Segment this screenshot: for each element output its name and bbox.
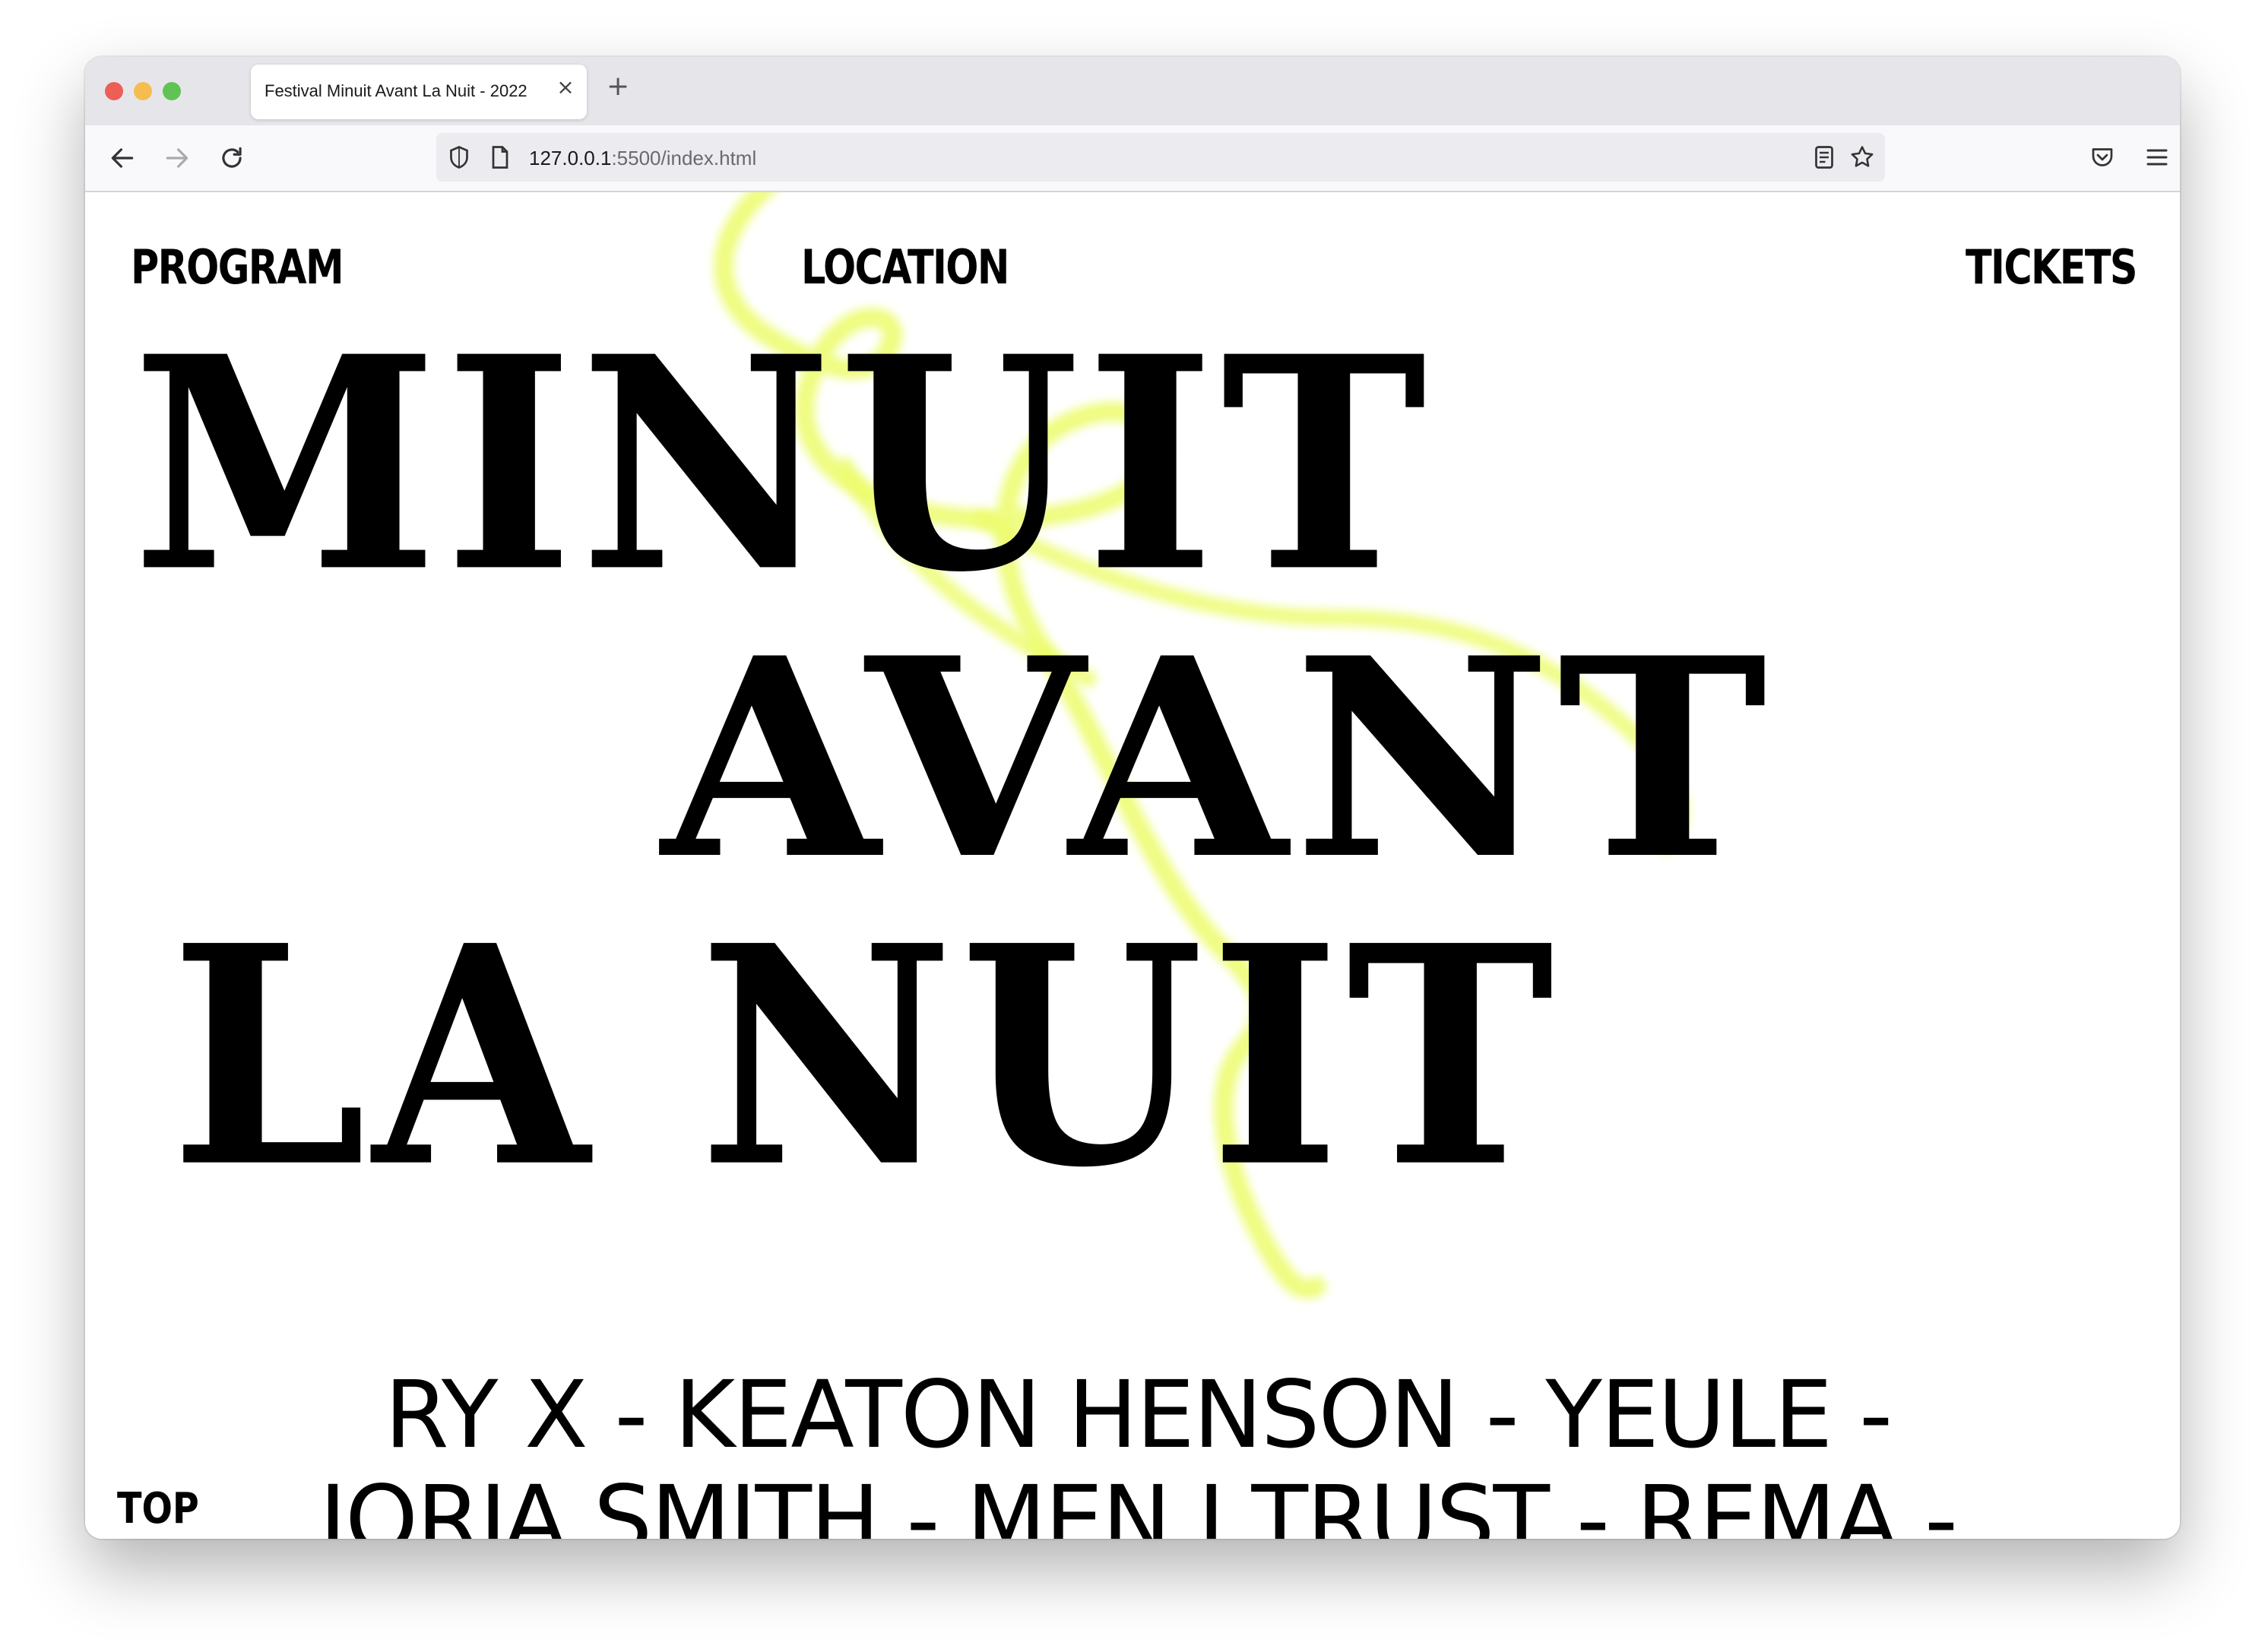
hero-title-la-nuit: LA NUIT: [170, 879, 1560, 1234]
nav-location-link[interactable]: LOCATION: [801, 239, 1009, 295]
scroll-top-link[interactable]: TOP: [117, 1484, 199, 1533]
close-icon[interactable]: ×: [555, 77, 576, 98]
browser-toolbar: 127.0.0.1:5500/index.html: [85, 125, 2180, 192]
menu-icon[interactable]: [2143, 144, 2171, 171]
browser-window: Festival Minuit Avant La Nuit - 2022 × +…: [85, 57, 2180, 1539]
title-bar: Festival Minuit Avant La Nuit - 2022 × +: [85, 57, 2180, 125]
hero-title-minuit: MINUIT: [132, 292, 1433, 637]
maximize-window-button[interactable]: [163, 82, 181, 100]
close-window-button[interactable]: [105, 82, 123, 100]
reader-view-icon[interactable]: [1810, 144, 1838, 171]
lineup-text: RY X - KEATON HENSON - YEULE - JORJA SMI…: [318, 1361, 1958, 1539]
tab-title: Festival Minuit Avant La Nuit - 2022: [265, 81, 527, 100]
new-tab-button[interactable]: +: [607, 71, 629, 102]
back-icon[interactable]: [108, 144, 137, 172]
forward-icon[interactable]: [163, 144, 192, 172]
pocket-icon[interactable]: [2089, 144, 2116, 171]
hero-title-avant: AVANT: [661, 598, 1774, 919]
reload-icon[interactable]: [217, 144, 246, 172]
shield-icon[interactable]: [445, 144, 473, 171]
url-bar[interactable]: 127.0.0.1:5500/index.html: [436, 133, 1885, 182]
nav-program-link[interactable]: PROGRAM: [131, 239, 344, 295]
url-path: :5500/index.html: [611, 147, 757, 169]
url-text[interactable]: 127.0.0.1:5500/index.html: [529, 147, 756, 170]
minimize-window-button[interactable]: [134, 82, 152, 100]
nav-tickets-link[interactable]: TICKETS: [1966, 239, 2137, 295]
page-content: PROGRAM LOCATION TICKETS MINUIT AVANT LA…: [85, 192, 2180, 1539]
browser-tab[interactable]: Festival Minuit Avant La Nuit - 2022 ×: [251, 65, 587, 119]
bookmark-star-icon[interactable]: [1848, 144, 1876, 171]
page-icon: [492, 146, 508, 169]
url-host: 127.0.0.1: [529, 147, 612, 169]
